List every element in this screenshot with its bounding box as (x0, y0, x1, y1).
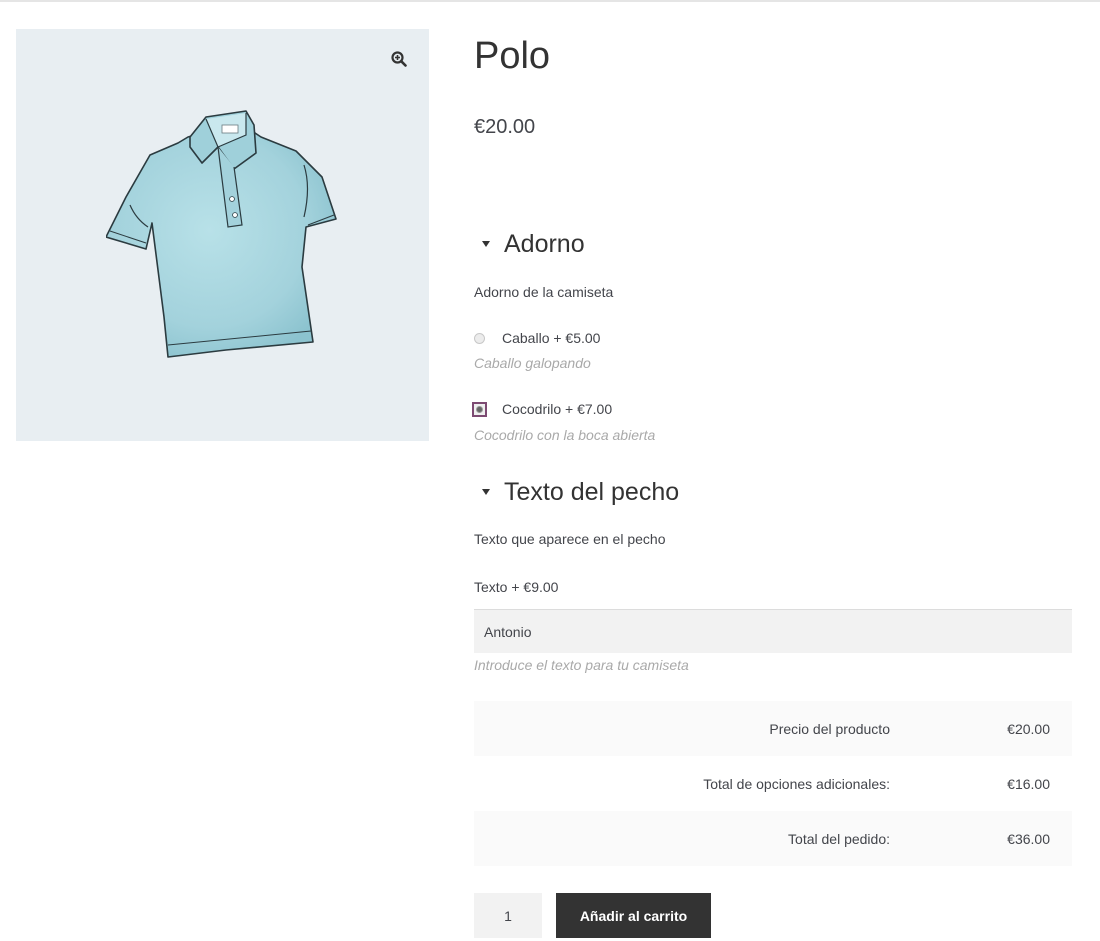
totals-value: €16.00 (1007, 775, 1050, 792)
totals-row: Precio del producto €20.00 (474, 701, 1072, 756)
radio-dot (476, 405, 483, 413)
radio-cocodrilo-checked[interactable] (472, 401, 487, 417)
top-divider (0, 0, 1100, 2)
zoom-icon[interactable] (388, 48, 410, 70)
caret-down-icon (482, 489, 490, 495)
section-heading-label: Adorno (504, 230, 585, 258)
chest-text-input[interactable] (474, 609, 1072, 653)
totals-label: Precio del producto (769, 720, 890, 737)
text-field-hint: Introduce el texto para tu camiseta (474, 657, 689, 673)
text-field-label: Texto + €9.00 (474, 579, 559, 595)
option-label: Caballo + €5.00 (502, 330, 601, 346)
totals-row: Total de opciones adicionales: €16.00 (474, 756, 1072, 811)
option-caballo-hint: Caballo galopando (474, 355, 591, 371)
totals-row: Total del pedido: €36.00 (474, 811, 1072, 866)
totals-label: Total de opciones adicionales: (703, 775, 890, 792)
section-adorno-description: Adorno de la camiseta (474, 284, 614, 300)
magnifier-plus-icon (391, 51, 407, 67)
product-price: €20.00 (474, 116, 536, 138)
option-cocodrilo-hint: Cocodrilo con la boca abierta (474, 427, 656, 443)
totals-table: Precio del producto €20.00 Total de opci… (474, 701, 1072, 866)
option-caballo[interactable]: Caballo + €5.00 (474, 330, 600, 346)
add-to-cart-button[interactable]: Añadir al carrito (556, 893, 711, 938)
polo-shirt-image (106, 110, 337, 358)
section-adorno-heading[interactable]: Adorno (482, 229, 585, 259)
section-heading-label: Texto del pecho (504, 478, 680, 506)
quantity-input[interactable] (474, 893, 542, 938)
option-label: Cocodrilo + €7.00 (502, 401, 613, 417)
caret-down-icon (482, 241, 490, 247)
radio-caballo[interactable] (474, 332, 485, 344)
option-cocodrilo[interactable]: Cocodrilo + €7.00 (472, 401, 613, 417)
section-texto-description: Texto que aparece en el pecho (474, 531, 666, 547)
section-texto-heading[interactable]: Texto del pecho (482, 477, 679, 507)
totals-value: €20.00 (1007, 720, 1050, 737)
product-gallery[interactable] (16, 29, 429, 441)
product-title: Polo (474, 35, 551, 77)
totals-label: Total del pedido: (788, 830, 890, 847)
totals-value: €36.00 (1007, 830, 1050, 847)
